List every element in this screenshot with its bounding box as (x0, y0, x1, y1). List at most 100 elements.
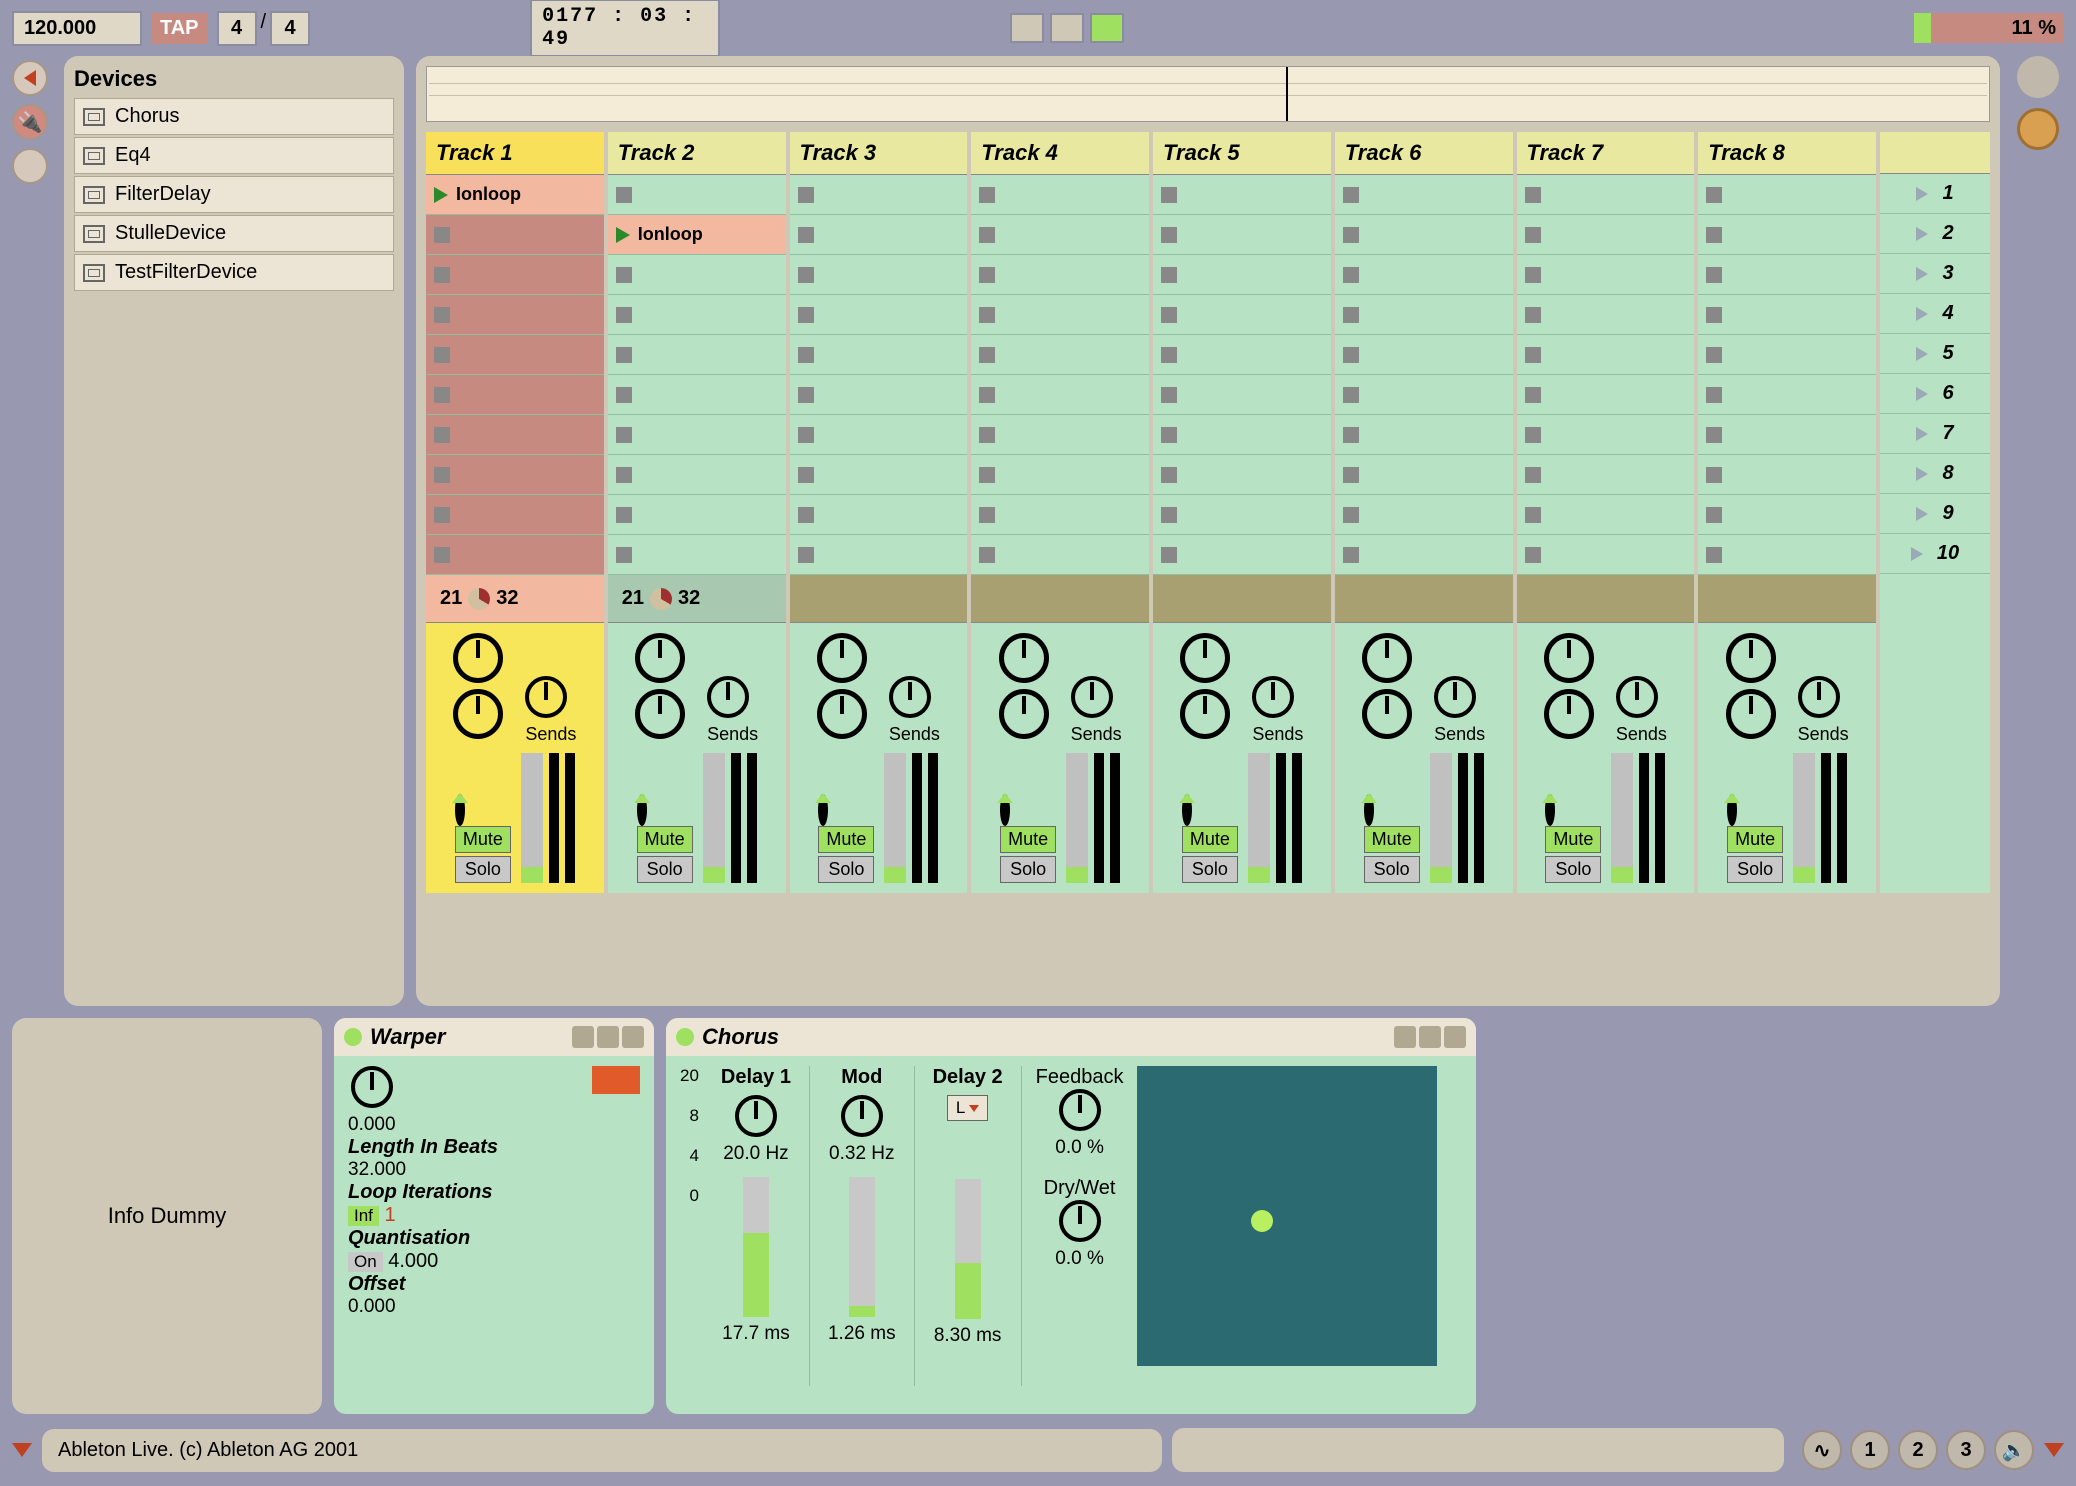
clip-slot[interactable] (1698, 295, 1876, 335)
warper-knob[interactable] (351, 1066, 393, 1108)
mod-slider[interactable] (849, 1177, 875, 1317)
clip-slot[interactable] (426, 375, 604, 415)
send-knob[interactable] (1798, 676, 1840, 718)
track-header[interactable]: Track 4 (971, 132, 1149, 175)
clip-slot[interactable] (971, 455, 1149, 495)
mute-button[interactable]: Mute (1000, 826, 1056, 853)
clip-slot[interactable] (1335, 215, 1513, 255)
device-next-icon[interactable] (1444, 1026, 1466, 1048)
send-knob[interactable] (889, 676, 931, 718)
footer-btn-3[interactable]: 3 (1946, 1430, 1986, 1470)
on-toggle[interactable]: On (348, 1252, 383, 1272)
clip-slot[interactable] (971, 375, 1149, 415)
clip-slot[interactable] (971, 215, 1149, 255)
arrangement-overview[interactable] (426, 66, 1990, 122)
song-position[interactable]: 0177 : 03 : 49 (530, 0, 720, 57)
drywet-knob[interactable] (1059, 1200, 1101, 1242)
clip-slot[interactable] (1517, 415, 1695, 455)
send-knob-a[interactable] (635, 633, 685, 683)
tap-button[interactable]: TAP (152, 13, 207, 44)
feedback-knob[interactable] (1059, 1089, 1101, 1131)
color-swatch[interactable] (592, 1066, 640, 1094)
solo-button[interactable]: Solo (637, 856, 693, 883)
clip-slot[interactable] (790, 335, 968, 375)
mute-button[interactable]: Mute (1364, 826, 1420, 853)
send-knob[interactable] (525, 676, 567, 718)
send-knob-b[interactable] (453, 689, 503, 739)
clip-slot[interactable] (608, 415, 786, 455)
mute-button[interactable]: Mute (1727, 826, 1783, 853)
clip-slot[interactable] (790, 415, 968, 455)
clip-slot[interactable] (790, 295, 968, 335)
clip-slot[interactable] (1698, 415, 1876, 455)
mod-knob[interactable] (841, 1095, 883, 1137)
clip-slot[interactable] (426, 535, 604, 575)
clip-slot[interactable] (1517, 535, 1695, 575)
clip-slot[interactable] (790, 495, 968, 535)
mute-button[interactable]: Mute (1545, 826, 1601, 853)
clip-slot[interactable] (426, 335, 604, 375)
send-knob-b[interactable] (635, 689, 685, 739)
delay2-slider[interactable] (955, 1179, 981, 1319)
mute-button[interactable]: Mute (1182, 826, 1238, 853)
browser-item[interactable]: StulleDevice (74, 215, 394, 252)
clip-slot[interactable] (1335, 255, 1513, 295)
device-on-icon[interactable] (676, 1028, 694, 1046)
clip-slot[interactable] (1517, 295, 1695, 335)
volume-fader[interactable] (703, 753, 757, 883)
clip-slot[interactable] (1698, 455, 1876, 495)
track-header[interactable]: Track 6 (1335, 132, 1513, 175)
track-header[interactable]: Track 5 (1153, 132, 1331, 175)
offset-value[interactable]: 0.000 (348, 1296, 640, 1318)
volume-fader[interactable] (521, 753, 575, 883)
clip-slot[interactable] (790, 255, 968, 295)
mute-button[interactable]: Mute (455, 826, 511, 853)
clip-slot[interactable] (971, 535, 1149, 575)
clip-slot[interactable] (790, 375, 968, 415)
scene-launch[interactable]: 4 (1880, 294, 1990, 334)
clip-slot[interactable] (1335, 415, 1513, 455)
scene-launch[interactable]: 7 (1880, 414, 1990, 454)
clip-slot[interactable] (426, 495, 604, 535)
solo-button[interactable]: Solo (1727, 856, 1783, 883)
solo-button[interactable]: Solo (1000, 856, 1056, 883)
clip-slot[interactable] (1698, 535, 1876, 575)
browser-item[interactable]: Eq4 (74, 137, 394, 174)
transport-play-button[interactable] (1050, 13, 1084, 43)
browser-item[interactable]: FilterDelay (74, 176, 394, 213)
clip-slot[interactable] (790, 175, 968, 215)
clip-slot[interactable] (1153, 255, 1331, 295)
timesig-numerator[interactable]: 4 (217, 11, 257, 46)
clip-slot[interactable] (1517, 255, 1695, 295)
inf-toggle[interactable]: Inf (348, 1206, 379, 1226)
clip-slot[interactable] (790, 455, 968, 495)
clip-slot[interactable] (608, 335, 786, 375)
volume-fader[interactable] (1611, 753, 1665, 883)
quant-value[interactable]: 4.000 (388, 1250, 438, 1272)
pan-knob[interactable] (1000, 794, 1010, 826)
clip-slot[interactable] (1698, 255, 1876, 295)
pan-knob[interactable] (1727, 794, 1737, 826)
track-header[interactable]: Track 2 (608, 132, 786, 175)
scene-launch[interactable]: 2 (1880, 214, 1990, 254)
scene-launch[interactable]: 3 (1880, 254, 1990, 294)
send-knob-b[interactable] (1544, 689, 1594, 739)
clip-slot[interactable] (790, 215, 968, 255)
view-toggle-icon[interactable] (2017, 108, 2059, 150)
solo-button[interactable]: Solo (455, 856, 511, 883)
clip-slot[interactable] (1698, 215, 1876, 255)
mute-button[interactable]: Mute (818, 826, 874, 853)
clip-slot[interactable] (971, 495, 1149, 535)
clip-slot[interactable] (608, 455, 786, 495)
solo-button[interactable]: Solo (1364, 856, 1420, 883)
send-knob-a[interactable] (453, 633, 503, 683)
send-knob-b[interactable] (1362, 689, 1412, 739)
clip-slot[interactable] (971, 175, 1149, 215)
clip-slot[interactable] (608, 495, 786, 535)
browser-device-icon[interactable]: 🔌 (12, 104, 48, 140)
browser-item[interactable]: Chorus (74, 98, 394, 135)
volume-fader[interactable] (1430, 753, 1484, 883)
footer-btn-2[interactable]: 2 (1898, 1430, 1938, 1470)
clip-slot[interactable] (1153, 535, 1331, 575)
clip-slot[interactable] (1335, 175, 1513, 215)
